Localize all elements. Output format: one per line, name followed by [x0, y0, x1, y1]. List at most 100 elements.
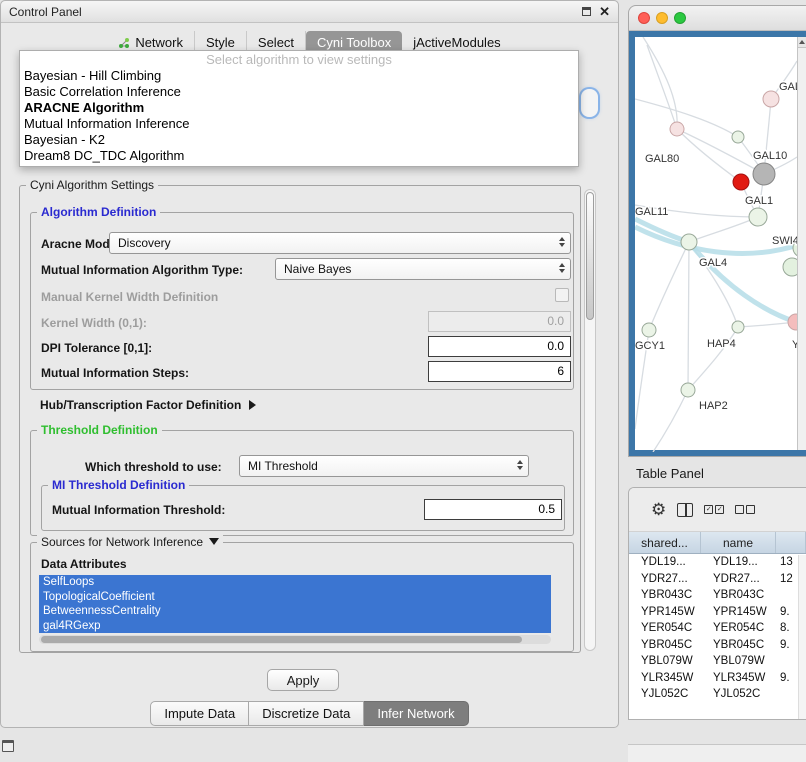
column-header-extra[interactable] [776, 532, 806, 553]
close-icon[interactable]: ✕ [599, 7, 610, 17]
table-body: YDL19...YDL19...13 YDR27...YDR27...12 YB… [629, 554, 806, 703]
table-panel-window: ⚙ ✓ ✓ shared... name YDL19...YDL19...13 … [628, 487, 806, 720]
attribute-item-selected[interactable]: SelfLoops [39, 575, 551, 590]
close-traffic-light[interactable] [638, 12, 650, 24]
data-attributes-label: Data Attributes [41, 557, 127, 571]
network-node[interactable] [732, 131, 744, 143]
checked-box-icon: ✓ [704, 505, 713, 514]
tab-discretize-data[interactable]: Discretize Data [249, 701, 364, 726]
control-panel-titlebar: Control Panel ✕ [1, 1, 618, 23]
settings-gear-icon[interactable]: ⚙ [651, 501, 666, 518]
table-row[interactable]: YPR145WYPR145W9. [629, 604, 806, 621]
vscroll-thumb[interactable] [586, 192, 594, 320]
attributes-horizontal-scrollbar[interactable] [39, 635, 551, 644]
algorithm-option[interactable]: Mutual Information Inference [20, 116, 578, 132]
hscroll-thumb[interactable] [41, 636, 522, 643]
network-vertical-scrollbar[interactable] [797, 37, 806, 450]
aracne-mode-dropdown[interactable]: Discovery [109, 232, 571, 254]
dropdown-spinner-icon [559, 237, 565, 247]
attribute-item-selected[interactable]: gal4RGexp [39, 619, 551, 634]
threshold-definition-title: Threshold Definition [37, 423, 162, 437]
mi-threshold-label: Mutual Information Threshold: [52, 503, 225, 517]
restore-panel-icon[interactable] [2, 740, 14, 752]
table-row[interactable]: YBR043CYBR043C [629, 587, 806, 604]
hub-section-toggle[interactable]: Hub/Transcription Factor Definition [40, 398, 256, 412]
table-row[interactable]: YER054CYER054C8. [629, 620, 806, 637]
network-node-hap2[interactable] [681, 383, 695, 397]
algorithm-combo-focus-ring[interactable] [581, 89, 598, 117]
deselect-all-rows-icon[interactable] [735, 505, 755, 514]
table-row[interactable]: YDR27...YDR27...12 [629, 571, 806, 588]
network-node-gcy1[interactable] [642, 323, 656, 337]
collapsed-bottom-panel [628, 744, 806, 762]
tab-impute-data[interactable]: Impute Data [150, 701, 249, 726]
table-row[interactable]: YBR045CYBR045C9. [629, 637, 806, 654]
attribute-item-selected[interactable]: BetweennessCentrality [39, 604, 551, 619]
algorithm-option[interactable]: Dream8 DC_TDC Algorithm [20, 148, 578, 164]
minimize-traffic-light[interactable] [656, 12, 668, 24]
table-row[interactable]: YBL079WYBL079W [629, 653, 806, 670]
manual-kernel-width-label: Manual Kernel Width Definition [41, 290, 218, 304]
table-toolbar: ⚙ ✓ ✓ [629, 488, 806, 532]
zoom-traffic-light[interactable] [674, 12, 686, 24]
algorithm-popup-placeholder: Select algorithm to view settings [20, 52, 578, 68]
kernel-width-label: Kernel Width (0,1): [41, 316, 147, 330]
network-node[interactable] [732, 321, 744, 333]
network-node-gal1[interactable] [749, 208, 767, 226]
scroll-up-arrow-icon[interactable] [798, 37, 806, 48]
node-label: GAL10 [753, 150, 787, 162]
node-label: GAL80 [645, 153, 679, 165]
node-label: GCY1 [635, 340, 665, 352]
settings-vertical-scrollbar[interactable] [584, 189, 596, 651]
table-vertical-scrollbar[interactable] [798, 555, 806, 719]
network-node[interactable] [763, 91, 779, 107]
algorithm-dropdown-popup: Select algorithm to view settings Bayesi… [19, 50, 579, 167]
expanded-arrow-icon [209, 538, 219, 545]
column-selector-icon[interactable] [677, 503, 693, 517]
network-node-selected-red[interactable] [733, 174, 749, 190]
unchecked-box-icon [735, 505, 744, 514]
mi-steps-field[interactable]: 6 [428, 361, 571, 382]
network-node-gal4[interactable] [681, 234, 697, 250]
attribute-item-selected[interactable]: TopologicalCoefficient [39, 590, 551, 605]
float-window-icon[interactable] [582, 7, 591, 16]
column-header-shared-name[interactable]: shared... [629, 532, 701, 553]
node-label: SWI4 [772, 235, 798, 247]
algorithm-definition-title: Algorithm Definition [37, 205, 160, 219]
network-node[interactable] [670, 122, 684, 136]
network-node-gal10[interactable] [753, 163, 775, 185]
table-header-row: shared... name [629, 532, 806, 554]
control-panel-title: Control Panel [9, 5, 82, 19]
network-edge [738, 322, 796, 327]
algorithm-option[interactable]: Bayesian - K2 [20, 132, 578, 148]
manual-kernel-width-checkbox[interactable] [555, 288, 569, 302]
kernel-width-field[interactable]: 0.0 [428, 311, 571, 332]
apply-button[interactable]: Apply [267, 669, 339, 691]
dpi-tolerance-field[interactable]: 0.0 [428, 336, 571, 357]
table-row[interactable]: YDL19...YDL19...13 [629, 554, 806, 571]
node-label: GAL [779, 81, 798, 93]
mi-algorithm-type-dropdown[interactable]: Naive Bayes [275, 258, 571, 280]
mi-threshold-field[interactable]: 0.5 [424, 499, 562, 520]
table-row[interactable]: YJL052CYJL052C [629, 686, 806, 703]
table-row[interactable]: YLR345WYLR345W9. [629, 670, 806, 687]
network-node[interactable] [783, 258, 798, 276]
algorithm-option[interactable]: Bayesian - Hill Climbing [20, 68, 578, 84]
node-label: GAL4 [699, 257, 727, 269]
select-all-rows-icon[interactable]: ✓ ✓ [704, 505, 724, 514]
node-label: GAL1 [745, 195, 773, 207]
table-panel-title: Table Panel [636, 466, 704, 481]
network-edge [635, 99, 738, 137]
network-canvas[interactable]: GAL GAL80 GAL10 GAL11 GAL1 SWI4 GAL4 GCY… [635, 37, 798, 452]
network-edge [689, 217, 758, 242]
algorithm-option-selected[interactable]: ARACNE Algorithm [20, 100, 578, 116]
tab-infer-network[interactable]: Infer Network [364, 701, 468, 726]
tab-network-label: Network [135, 35, 183, 50]
node-label: GAL11 [635, 206, 668, 218]
algorithm-option[interactable]: Basic Correlation Inference [20, 84, 578, 100]
cyni-bottom-tabbar: Impute Data Discretize Data Infer Networ… [1, 701, 618, 726]
sources-group-title[interactable]: Sources for Network Inference [37, 535, 223, 549]
cyni-settings-group-title: Cyni Algorithm Settings [26, 178, 158, 192]
column-header-name[interactable]: name [701, 532, 776, 553]
which-threshold-dropdown[interactable]: MI Threshold [239, 455, 529, 477]
